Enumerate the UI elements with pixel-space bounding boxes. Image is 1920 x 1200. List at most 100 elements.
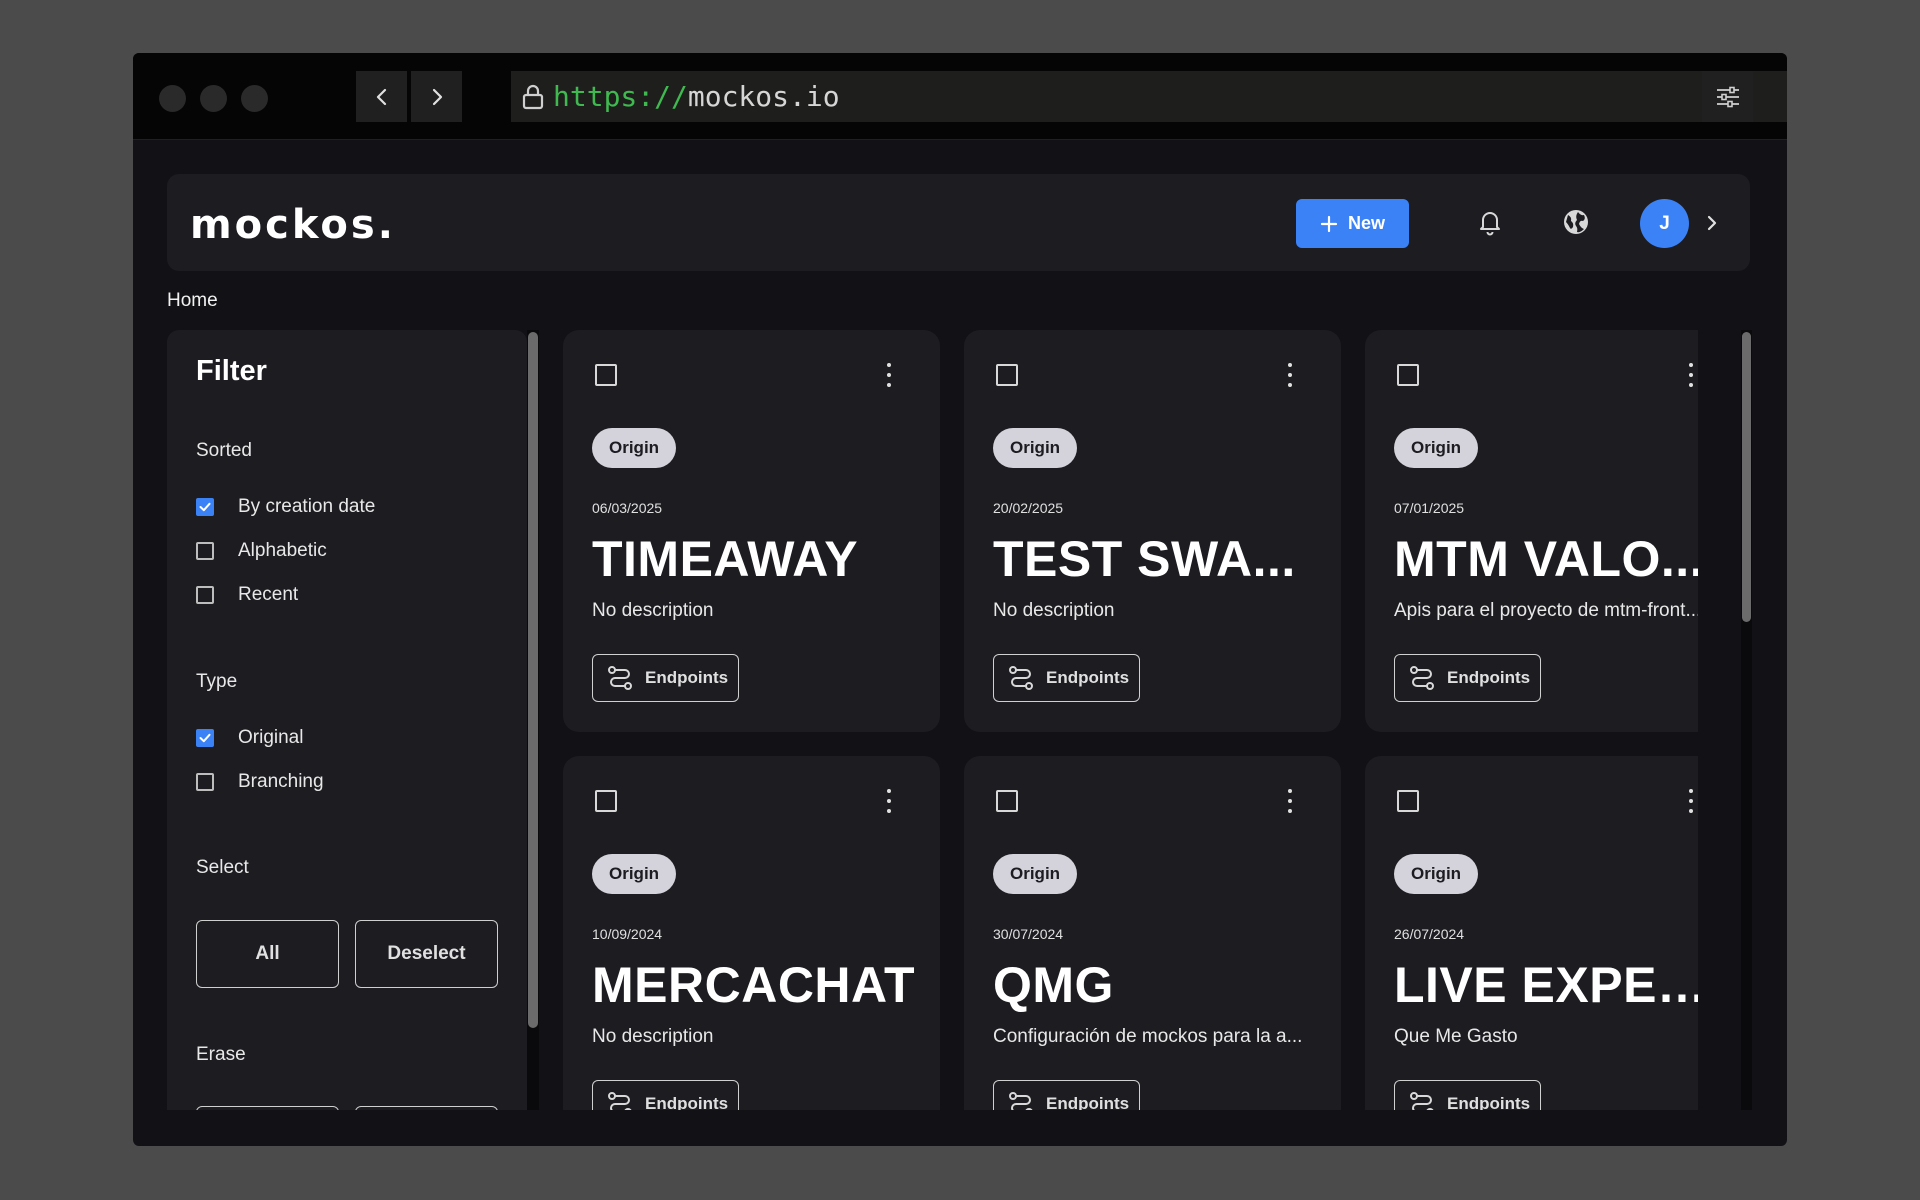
user-menu-chevron-icon[interactable] <box>1699 210 1725 236</box>
option-label: Recent <box>238 584 299 605</box>
mock-cards-grid: Origin 06/03/2025 TIMEAWAY No descriptio… <box>563 330 1698 1110</box>
option-label: Alphabetic <box>238 540 327 561</box>
lock-icon <box>521 84 545 110</box>
endpoints-button[interactable]: Endpoints <box>1394 654 1542 702</box>
back-button[interactable] <box>356 71 407 122</box>
route-icon <box>608 1092 632 1110</box>
endpoints-button[interactable]: Endpoints <box>592 654 740 702</box>
main-scrollbar[interactable] <box>1741 330 1752 1110</box>
card-checkbox[interactable] <box>1397 790 1419 812</box>
url-protocol: https:// <box>553 80 688 113</box>
chevron-right-icon <box>432 88 442 105</box>
card-title: TEST SWA... <box>993 531 1296 587</box>
language-button[interactable] <box>1560 206 1592 238</box>
browser-settings-button[interactable] <box>1702 71 1753 122</box>
chevron-left-icon <box>376 88 386 105</box>
deselect-button[interactable]: Deselect <box>355 920 498 988</box>
mock-card[interactable]: Origin 06/03/2025 TIMEAWAY No descriptio… <box>563 330 940 732</box>
more-vertical-icon[interactable] <box>883 786 895 816</box>
user-avatar[interactable]: J <box>1640 199 1689 248</box>
browser-window: https://mockos.io mockos. New J Home Fil… <box>133 53 1787 1146</box>
card-date: 20/02/2025 <box>993 500 1064 516</box>
type-branching-option[interactable]: Branching <box>196 771 324 793</box>
card-date: 06/03/2025 <box>592 500 663 516</box>
route-icon <box>1009 666 1033 690</box>
sorted-section-title: Sorted <box>196 440 252 461</box>
select-all-button[interactable]: All <box>196 920 339 988</box>
type-original-option[interactable]: Original <box>196 727 303 749</box>
mock-card[interactable]: Origin 30/07/2024 QMG Configuración de m… <box>964 756 1341 1110</box>
checkbox[interactable] <box>196 586 214 604</box>
app-header: mockos. New J <box>167 174 1750 271</box>
card-description: No description <box>592 1026 714 1047</box>
endpoints-button[interactable]: Endpoints <box>993 654 1141 702</box>
sort-alphabetic-option[interactable]: Alphabetic <box>196 540 327 562</box>
more-vertical-icon[interactable] <box>1685 786 1697 816</box>
card-title: TIMEAWAY <box>592 531 859 587</box>
type-section-title: Type <box>196 671 238 692</box>
endpoints-label: Endpoints <box>1046 668 1130 687</box>
endpoints-button[interactable]: Endpoints <box>993 1080 1141 1110</box>
checkbox[interactable] <box>196 542 214 560</box>
card-checkbox[interactable] <box>996 790 1018 812</box>
more-vertical-icon[interactable] <box>883 360 895 390</box>
mock-card[interactable]: Origin 20/02/2025 TEST SWA... No descrip… <box>964 330 1341 732</box>
route-icon <box>608 666 632 690</box>
bell-icon <box>1480 212 1500 236</box>
card-description: Apis para el proyecto de mtm-front... <box>1394 600 1698 621</box>
route-icon <box>1009 1092 1033 1110</box>
checkbox[interactable] <box>196 773 214 791</box>
more-vertical-icon[interactable] <box>1284 360 1296 390</box>
option-label: By creation date <box>238 496 376 517</box>
card-date: 07/01/2025 <box>1394 500 1465 516</box>
endpoints-label: Endpoints <box>645 668 729 687</box>
app-content: mockos. New J Home Filter Sorted By crea… <box>133 140 1787 1146</box>
scrollbar-thumb[interactable] <box>528 332 538 1028</box>
erase-button-1[interactable] <box>196 1106 339 1110</box>
origin-badge: Origin <box>592 854 677 894</box>
more-vertical-icon[interactable] <box>1284 786 1296 816</box>
breadcrumb[interactable]: Home <box>167 290 218 312</box>
mock-card[interactable]: Origin 10/09/2024 MERCACHAT No descripti… <box>563 756 940 1110</box>
address-bar[interactable]: https://mockos.io <box>511 71 1787 122</box>
new-button-label: New <box>1347 213 1385 233</box>
endpoints-label: Endpoints <box>1046 1094 1130 1110</box>
checkbox-checked[interactable] <box>196 498 214 516</box>
browser-toolbar: https://mockos.io <box>133 53 1787 140</box>
card-checkbox[interactable] <box>595 790 617 812</box>
window-close-dot[interactable] <box>159 85 186 112</box>
card-description: No description <box>592 600 714 621</box>
endpoints-label: Endpoints <box>645 1094 729 1110</box>
card-description: Que Me Gasto <box>1394 1026 1518 1047</box>
endpoints-button[interactable]: Endpoints <box>1394 1080 1542 1110</box>
checkbox-checked[interactable] <box>196 729 214 747</box>
new-button[interactable]: New <box>1296 199 1409 248</box>
card-title: LIVE EXPEN... <box>1394 957 1698 1013</box>
card-checkbox[interactable] <box>1397 364 1419 386</box>
notifications-button[interactable] <box>1474 206 1506 238</box>
origin-badge: Origin <box>993 428 1078 468</box>
forward-button[interactable] <box>411 71 462 122</box>
endpoints-label: Endpoints <box>1447 668 1531 687</box>
url-host: mockos.io <box>687 80 840 113</box>
endpoints-button[interactable]: Endpoints <box>592 1080 740 1110</box>
card-checkbox[interactable] <box>996 364 1018 386</box>
mockos-logo[interactable]: mockos. <box>190 202 396 248</box>
window-maximize-dot[interactable] <box>241 85 268 112</box>
filter-scrollbar[interactable] <box>527 330 539 1110</box>
card-checkbox[interactable] <box>595 364 617 386</box>
sort-by-creation-date-option[interactable]: By creation date <box>196 496 375 518</box>
erase-button-2[interactable] <box>355 1106 498 1110</box>
origin-badge: Origin <box>1394 428 1479 468</box>
card-description: No description <box>993 600 1115 621</box>
more-vertical-icon[interactable] <box>1685 360 1697 390</box>
window-minimize-dot[interactable] <box>200 85 227 112</box>
card-title: QMG <box>993 957 1114 1013</box>
scrollbar-thumb[interactable] <box>1742 332 1751 622</box>
mock-card[interactable]: Origin 07/01/2025 MTM VALO... Apis para … <box>1365 330 1698 732</box>
plus-icon <box>1320 215 1338 232</box>
mock-card[interactable]: Origin 26/07/2024 LIVE EXPEN... Que Me G… <box>1365 756 1698 1110</box>
card-title: MERCACHAT <box>592 957 915 1013</box>
filter-panel: Filter Sorted By creation date Alphabeti… <box>167 330 527 1110</box>
sort-recent-option[interactable]: Recent <box>196 584 298 606</box>
